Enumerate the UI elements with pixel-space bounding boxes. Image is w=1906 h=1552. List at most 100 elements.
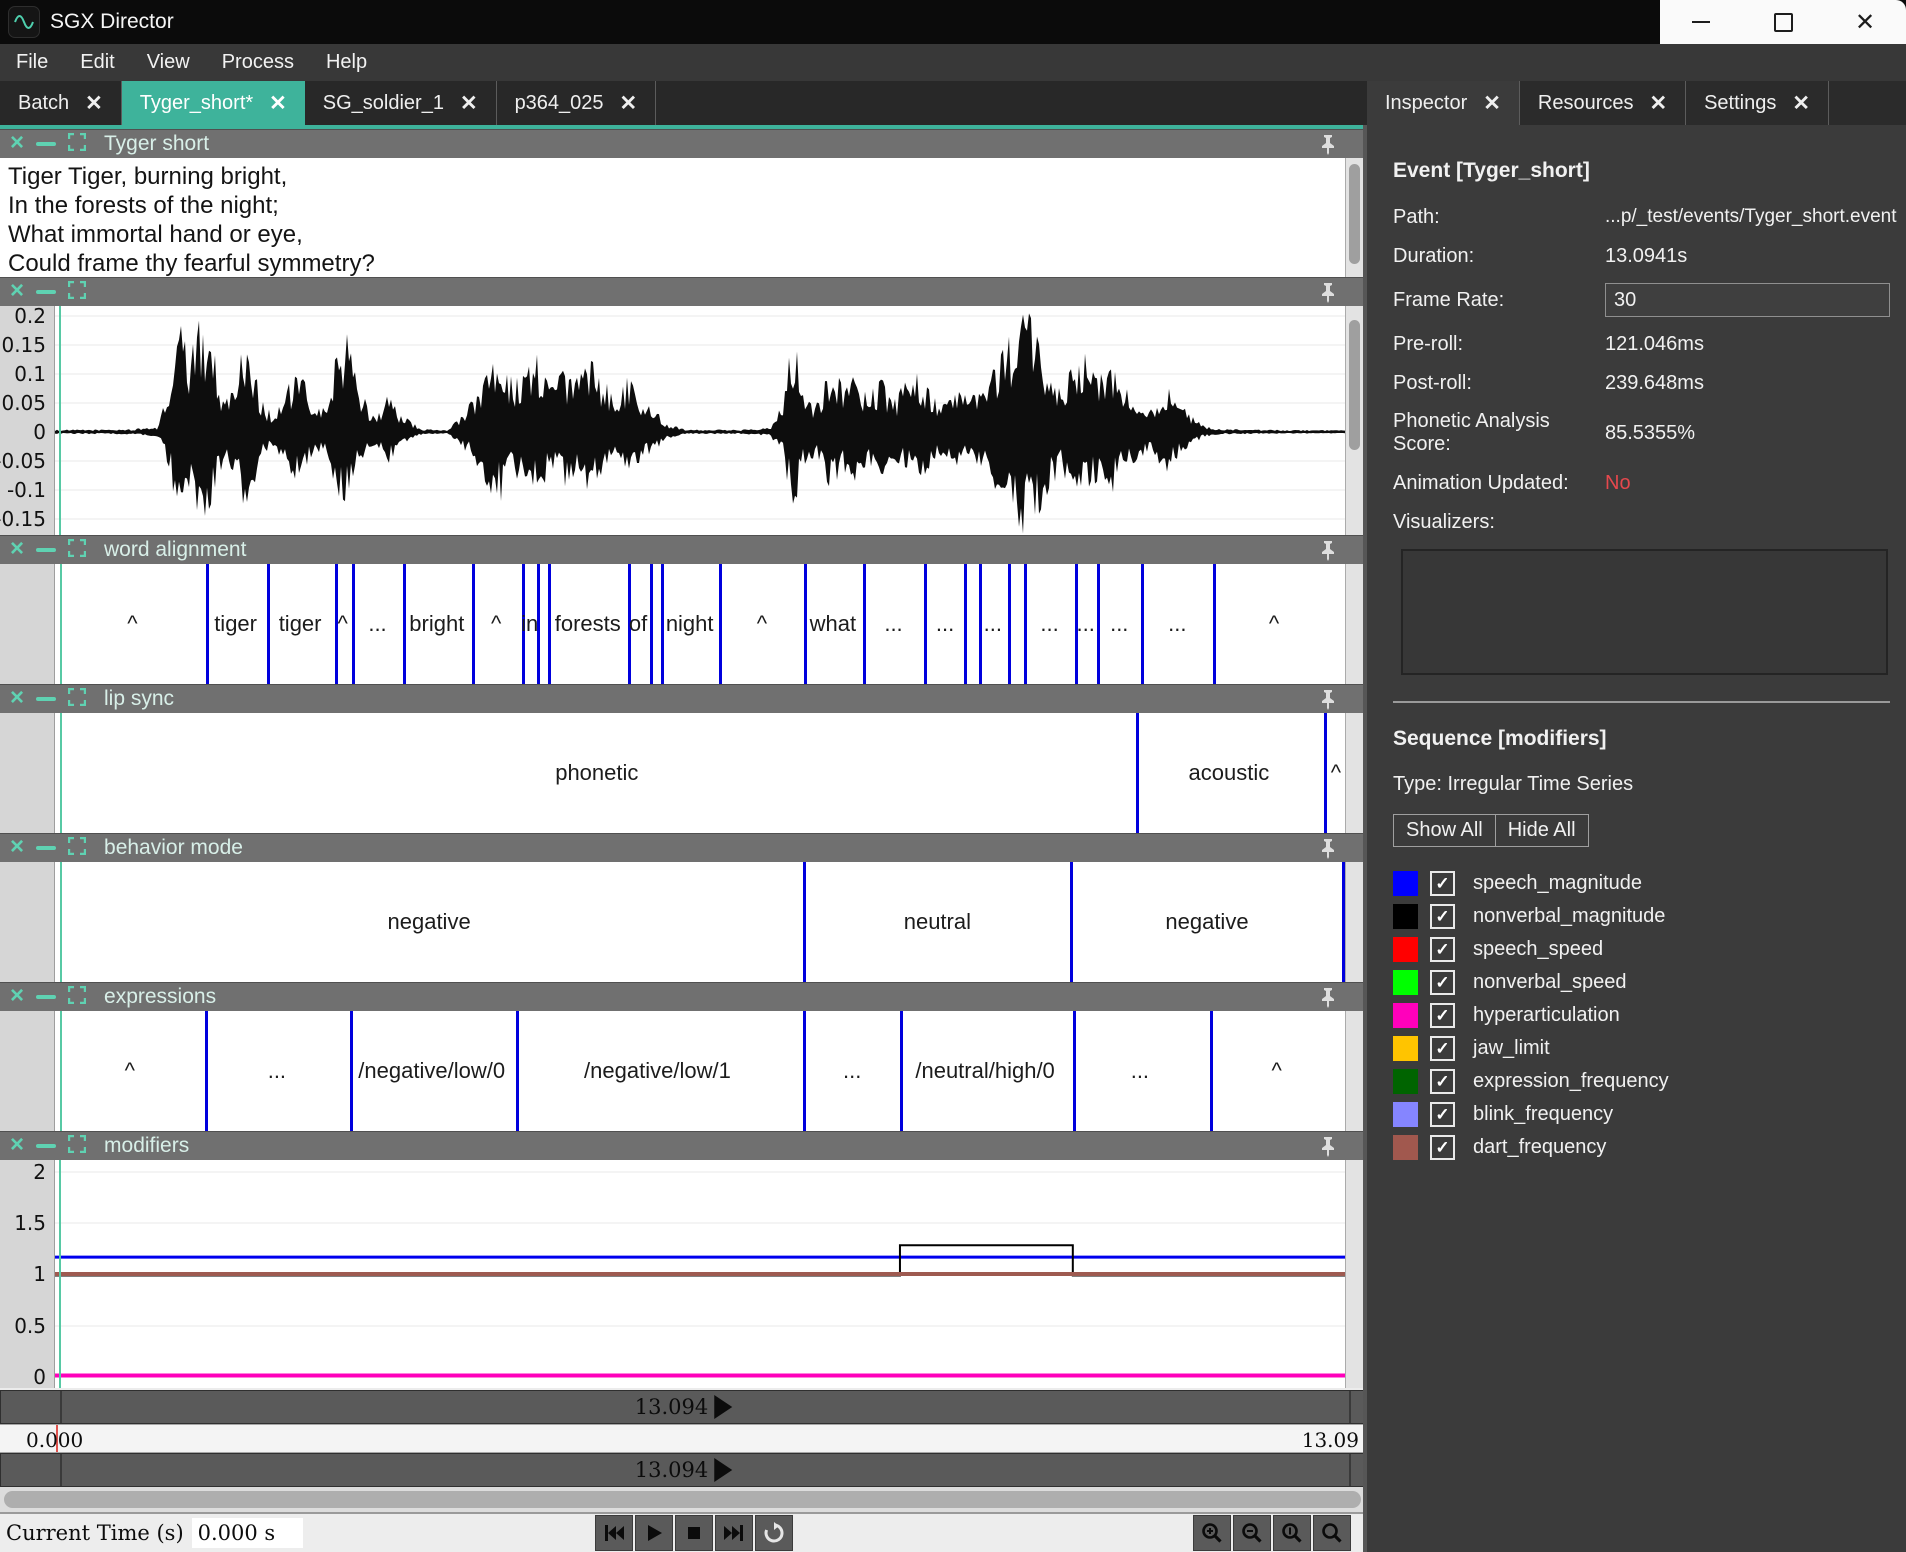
tab-p364-025[interactable]: p364_025✕ bbox=[497, 81, 657, 125]
scrollbar-thumb[interactable] bbox=[1349, 320, 1360, 450]
waveform-plot[interactable] bbox=[55, 306, 1345, 535]
color-swatch[interactable] bbox=[1393, 1135, 1418, 1160]
slider-handle-icon[interactable] bbox=[714, 1458, 732, 1482]
tab-resources[interactable]: Resources✕ bbox=[1520, 81, 1686, 125]
segment-boundary[interactable] bbox=[964, 564, 967, 684]
maximize-button[interactable] bbox=[1760, 2, 1806, 42]
color-swatch[interactable] bbox=[1393, 937, 1418, 962]
segment-boundary[interactable] bbox=[1141, 564, 1144, 684]
segment-boundary[interactable] bbox=[900, 1011, 903, 1131]
tab-close-icon[interactable]: ✕ bbox=[85, 91, 103, 116]
visibility-checkbox[interactable]: ✓ bbox=[1430, 904, 1455, 929]
pin-icon[interactable] bbox=[1319, 1136, 1337, 1163]
panel-minimize-icon[interactable] bbox=[36, 846, 56, 850]
menu-item-edit[interactable]: Edit bbox=[64, 44, 130, 81]
play-button[interactable] bbox=[635, 1515, 673, 1551]
panel-close-icon[interactable]: × bbox=[10, 835, 24, 859]
segment-boundary[interactable] bbox=[403, 564, 406, 684]
color-swatch[interactable] bbox=[1393, 1102, 1418, 1127]
waveform-scrollbar[interactable] bbox=[1345, 306, 1363, 535]
segment-boundary[interactable] bbox=[516, 1011, 519, 1131]
visibility-checkbox[interactable]: ✓ bbox=[1430, 871, 1455, 896]
tab-inspector[interactable]: Inspector✕ bbox=[1367, 81, 1520, 125]
segment-boundary[interactable] bbox=[803, 1011, 806, 1131]
panel-minimize-icon[interactable] bbox=[36, 548, 56, 552]
pin-icon[interactable] bbox=[1319, 838, 1337, 865]
hide-all-button[interactable]: Hide All bbox=[1495, 814, 1589, 847]
zoom-in-button[interactable] bbox=[1193, 1515, 1231, 1551]
tab-tyger-short-[interactable]: Tyger_short*✕ bbox=[122, 81, 305, 125]
segment-boundary[interactable] bbox=[472, 564, 475, 684]
panel-close-icon[interactable]: × bbox=[10, 537, 24, 561]
scrollbar-thumb[interactable] bbox=[1349, 164, 1360, 264]
panel-maximize-icon[interactable] bbox=[68, 986, 86, 1009]
track-scrollbar[interactable] bbox=[1345, 564, 1363, 684]
segment-boundary[interactable] bbox=[1097, 564, 1100, 684]
playhead[interactable] bbox=[60, 713, 62, 833]
pin-icon[interactable] bbox=[1319, 134, 1337, 161]
modifiers-track[interactable] bbox=[55, 1160, 1345, 1388]
segment-boundary[interactable] bbox=[1024, 564, 1027, 684]
zoom-select-button[interactable] bbox=[1313, 1515, 1351, 1551]
visibility-checkbox[interactable]: ✓ bbox=[1430, 1069, 1455, 1094]
stop-button[interactable] bbox=[675, 1515, 713, 1551]
close-button[interactable]: ✕ bbox=[1842, 2, 1888, 42]
segment-boundary[interactable] bbox=[979, 564, 982, 684]
panel-maximize-icon[interactable] bbox=[68, 1135, 86, 1158]
panel-close-icon[interactable]: × bbox=[10, 1133, 24, 1157]
tab-batch[interactable]: Batch✕ bbox=[0, 81, 122, 125]
color-swatch[interactable] bbox=[1393, 1069, 1418, 1094]
panel-minimize-icon[interactable] bbox=[36, 290, 56, 294]
visibility-checkbox[interactable]: ✓ bbox=[1430, 1003, 1455, 1028]
loop-button[interactable] bbox=[755, 1515, 793, 1551]
pin-icon[interactable] bbox=[1319, 689, 1337, 716]
menu-item-help[interactable]: Help bbox=[310, 44, 383, 81]
color-swatch[interactable] bbox=[1393, 871, 1418, 896]
panel-minimize-icon[interactable] bbox=[36, 1144, 56, 1148]
expressions-track[interactable]: ^.../negative/low/0/negative/low/1.../ne… bbox=[55, 1011, 1345, 1131]
transcript-text[interactable]: Tiger Tiger, burning bright,In the fores… bbox=[0, 158, 1345, 277]
color-swatch[interactable] bbox=[1393, 970, 1418, 995]
segment-boundary[interactable] bbox=[267, 564, 270, 684]
color-swatch[interactable] bbox=[1393, 1036, 1418, 1061]
segment-boundary[interactable] bbox=[1008, 564, 1011, 684]
segment-boundary[interactable] bbox=[661, 564, 664, 684]
segment-boundary[interactable] bbox=[1324, 713, 1327, 833]
segment-boundary[interactable] bbox=[206, 564, 209, 684]
zoom-fit-button[interactable] bbox=[1273, 1515, 1311, 1551]
zoom-out-button[interactable] bbox=[1233, 1515, 1271, 1551]
playhead[interactable] bbox=[60, 1011, 62, 1131]
visibility-checkbox[interactable]: ✓ bbox=[1430, 1135, 1455, 1160]
visibility-checkbox[interactable]: ✓ bbox=[1430, 937, 1455, 962]
color-swatch[interactable] bbox=[1393, 904, 1418, 929]
text-panel-scrollbar[interactable] bbox=[1345, 158, 1363, 277]
menu-item-view[interactable]: View bbox=[131, 44, 206, 81]
panel-maximize-icon[interactable] bbox=[68, 539, 86, 562]
behavior-mode-track[interactable]: negativeneutralnegative bbox=[55, 862, 1345, 982]
segment-boundary[interactable] bbox=[1210, 1011, 1213, 1131]
segment-boundary[interactable] bbox=[719, 564, 722, 684]
visibility-checkbox[interactable]: ✓ bbox=[1430, 1036, 1455, 1061]
panel-minimize-icon[interactable] bbox=[36, 142, 56, 146]
show-all-button[interactable]: Show All bbox=[1393, 814, 1496, 847]
word-alignment-track[interactable]: ^tigertiger^...bright^inforestsofnight^w… bbox=[55, 564, 1345, 684]
scrollbar-thumb[interactable] bbox=[4, 1491, 1361, 1508]
panel-close-icon[interactable]: × bbox=[10, 984, 24, 1008]
tab-close-icon[interactable]: ✕ bbox=[269, 91, 287, 116]
track-scrollbar[interactable] bbox=[1345, 713, 1363, 833]
segment-boundary[interactable] bbox=[803, 862, 806, 982]
segment-boundary[interactable] bbox=[1073, 1011, 1076, 1131]
current-time-field[interactable]: 0.000 s bbox=[192, 1518, 303, 1548]
frame-rate-input[interactable] bbox=[1605, 283, 1890, 317]
panel-close-icon[interactable]: × bbox=[10, 686, 24, 710]
playhead[interactable] bbox=[60, 564, 62, 684]
tab-close-icon[interactable]: ✕ bbox=[1649, 91, 1667, 116]
timeline-slider-top[interactable]: 13.094 bbox=[0, 1390, 1367, 1424]
segment-boundary[interactable] bbox=[924, 564, 927, 684]
playhead[interactable] bbox=[60, 862, 62, 982]
panel-maximize-icon[interactable] bbox=[68, 281, 86, 304]
panel-minimize-icon[interactable] bbox=[36, 995, 56, 999]
segment-boundary[interactable] bbox=[1070, 862, 1073, 982]
modifiers-plot[interactable] bbox=[55, 1160, 1345, 1388]
track-scrollbar[interactable] bbox=[1345, 1011, 1363, 1131]
